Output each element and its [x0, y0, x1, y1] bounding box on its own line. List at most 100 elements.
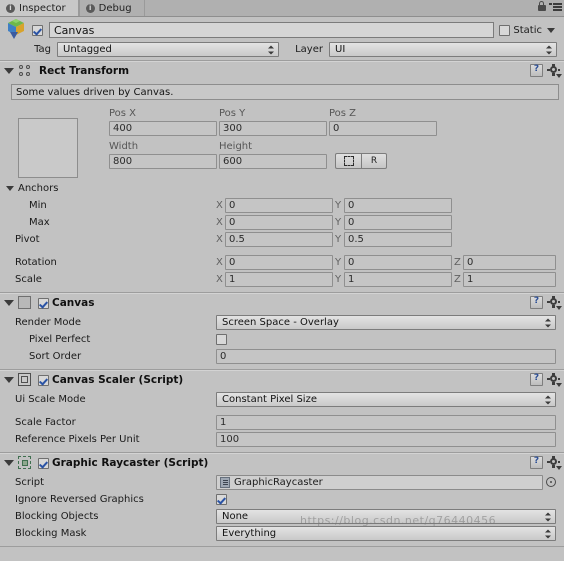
rotation-y-input[interactable]: 0	[344, 255, 452, 270]
ignore-reversed-graphics-checkbox[interactable]	[216, 494, 227, 505]
help-book-icon[interactable]	[530, 456, 543, 469]
foldout-arrow-icon[interactable]	[4, 68, 14, 74]
scale-factor-input[interactable]: 1	[216, 415, 556, 430]
anchor-min-x-value: 0	[229, 200, 236, 211]
rotation-z-value: 0	[467, 257, 474, 268]
chevron-down-icon[interactable]	[547, 27, 555, 33]
blocking-mask-row: Blocking Mask Everything	[4, 525, 560, 542]
gear-icon[interactable]	[547, 64, 562, 78]
ui-scale-mode-value: Constant Pixel Size	[222, 394, 317, 405]
render-mode-row: Render Mode Screen Space - Overlay	[4, 314, 560, 331]
foldout-arrow-icon[interactable]	[6, 186, 14, 191]
help-book-icon[interactable]	[530, 296, 543, 309]
layer-dropdown[interactable]: UI	[329, 42, 557, 57]
anchor-min-x-input[interactable]: 0	[225, 198, 333, 213]
help-book-icon[interactable]	[530, 64, 543, 77]
canvas-scaler-enable-checkbox[interactable]	[38, 374, 49, 386]
width-header: Width	[109, 141, 139, 152]
scale-y-input[interactable]: 1	[344, 272, 452, 287]
reference-ppu-input[interactable]: 100	[216, 432, 556, 447]
graphic-raycaster-enable-checkbox[interactable]	[38, 457, 49, 469]
pivot-fields: X 0.5 Y 0.5	[216, 232, 560, 247]
anchor-preset-preview[interactable]	[18, 118, 78, 178]
rect-transform-header[interactable]: Rect Transform	[0, 61, 564, 80]
anchor-max-y-input[interactable]: 0	[344, 215, 452, 230]
canvas-header[interactable]: Canvas	[0, 293, 564, 312]
gameobject-name-input[interactable]: Canvas	[49, 22, 495, 38]
ignore-reversed-graphics-label: Ignore Reversed Graphics	[15, 494, 144, 505]
pivot-label: Pivot	[15, 234, 40, 245]
blueprint-mode-button[interactable]: R	[361, 153, 387, 169]
anchor-max-x-label: X	[216, 217, 223, 228]
scale-x-input[interactable]: 1	[225, 272, 333, 287]
pixel-perfect-checkbox[interactable]	[216, 334, 227, 345]
gear-icon[interactable]	[547, 373, 562, 387]
script-row: Script GraphicRaycaster	[4, 474, 560, 491]
anchor-max-x-value: 0	[229, 217, 236, 228]
pos-x-input[interactable]: 400	[109, 120, 217, 136]
sort-order-input[interactable]: 0	[216, 349, 556, 364]
layer-label: Layer	[295, 44, 323, 55]
lock-icon[interactable]	[537, 1, 546, 12]
scale-z-input[interactable]: 1	[463, 272, 556, 287]
anchors-label-group: Anchors	[4, 183, 216, 194]
foldout-arrow-icon[interactable]	[4, 300, 14, 306]
help-book-icon[interactable]	[530, 373, 543, 386]
inspector-panel: i Inspector i Debug Canvas Static Tag Un…	[0, 0, 564, 561]
pos-z-input[interactable]: 0	[329, 120, 437, 136]
rotation-z-input[interactable]: 0	[463, 255, 556, 270]
anchors-label: Anchors	[18, 183, 59, 194]
graphic-raycaster-title: Graphic Raycaster (Script)	[52, 457, 209, 469]
tab-inspector[interactable]: i Inspector	[0, 0, 79, 16]
updown-arrows-icon	[546, 44, 553, 55]
updown-arrows-icon	[545, 317, 552, 328]
rotation-x-input[interactable]: 0	[225, 255, 333, 270]
canvas-enable-checkbox[interactable]	[38, 297, 49, 309]
render-mode-dropdown[interactable]: Screen Space - Overlay	[216, 315, 556, 330]
canvas-scaler-header[interactable]: Canvas Scaler (Script)	[0, 370, 564, 389]
pivot-x-value: 0.5	[229, 234, 245, 245]
gear-icon[interactable]	[547, 296, 562, 310]
foldout-arrow-icon[interactable]	[4, 460, 14, 466]
updown-arrows-icon	[268, 44, 275, 55]
tag-dropdown[interactable]: Untagged	[57, 42, 279, 57]
object-name-row: Canvas Static	[0, 19, 562, 40]
tag-label: Tag	[34, 44, 51, 55]
graphic-raycaster-header[interactable]: Graphic Raycaster (Script)	[0, 453, 564, 472]
rect-transform-icon	[17, 63, 33, 79]
anchor-max-x-input[interactable]: 0	[225, 215, 333, 230]
anchor-min-y-input[interactable]: 0	[344, 198, 452, 213]
tab-strip-actions	[537, 1, 562, 12]
blocking-objects-dropdown[interactable]: None	[216, 509, 556, 524]
gear-icon[interactable]	[547, 456, 562, 470]
canvas-icon	[17, 295, 33, 311]
height-input[interactable]: 600	[219, 153, 327, 169]
height-value: 600	[223, 155, 243, 167]
pos-y-input[interactable]: 300	[219, 120, 327, 136]
object-picker-icon[interactable]	[545, 476, 558, 489]
pivot-x-input[interactable]: 0.5	[225, 232, 333, 247]
ignore-reversed-graphics-row: Ignore Reversed Graphics	[4, 491, 560, 508]
anchor-min-x-label: X	[216, 200, 223, 211]
tab-strip: i Inspector i Debug	[0, 0, 564, 17]
pivot-y-input[interactable]: 0.5	[344, 232, 452, 247]
height-header: Height	[219, 141, 253, 152]
ui-scale-mode-dropdown[interactable]: Constant Pixel Size	[216, 392, 556, 407]
static-checkbox[interactable]	[499, 24, 511, 36]
anchors-foldout-row[interactable]: Anchors	[4, 180, 560, 197]
pivot-y-value: 0.5	[348, 234, 364, 245]
tab-strip-filler	[144, 0, 564, 16]
script-object-field[interactable]: GraphicRaycaster	[216, 475, 543, 490]
tab-debug[interactable]: i Debug	[78, 0, 145, 16]
gameobject-active-checkbox[interactable]	[32, 24, 43, 36]
script-file-icon	[220, 477, 230, 488]
width-input[interactable]: 800	[109, 153, 217, 169]
static-toggle-group: Static	[499, 24, 559, 36]
foldout-arrow-icon[interactable]	[4, 377, 14, 383]
canvas-scaler-header-actions	[530, 373, 562, 387]
anchor-preset-button[interactable]	[335, 153, 361, 169]
anchor-min-y-label: Y	[335, 200, 342, 211]
anchor-min-row: Min X 0 Y 0	[4, 197, 560, 214]
graphic-raycaster-body: Script GraphicRaycaster Ignore Reversed …	[0, 472, 564, 546]
hamburger-menu-icon[interactable]	[549, 1, 562, 12]
